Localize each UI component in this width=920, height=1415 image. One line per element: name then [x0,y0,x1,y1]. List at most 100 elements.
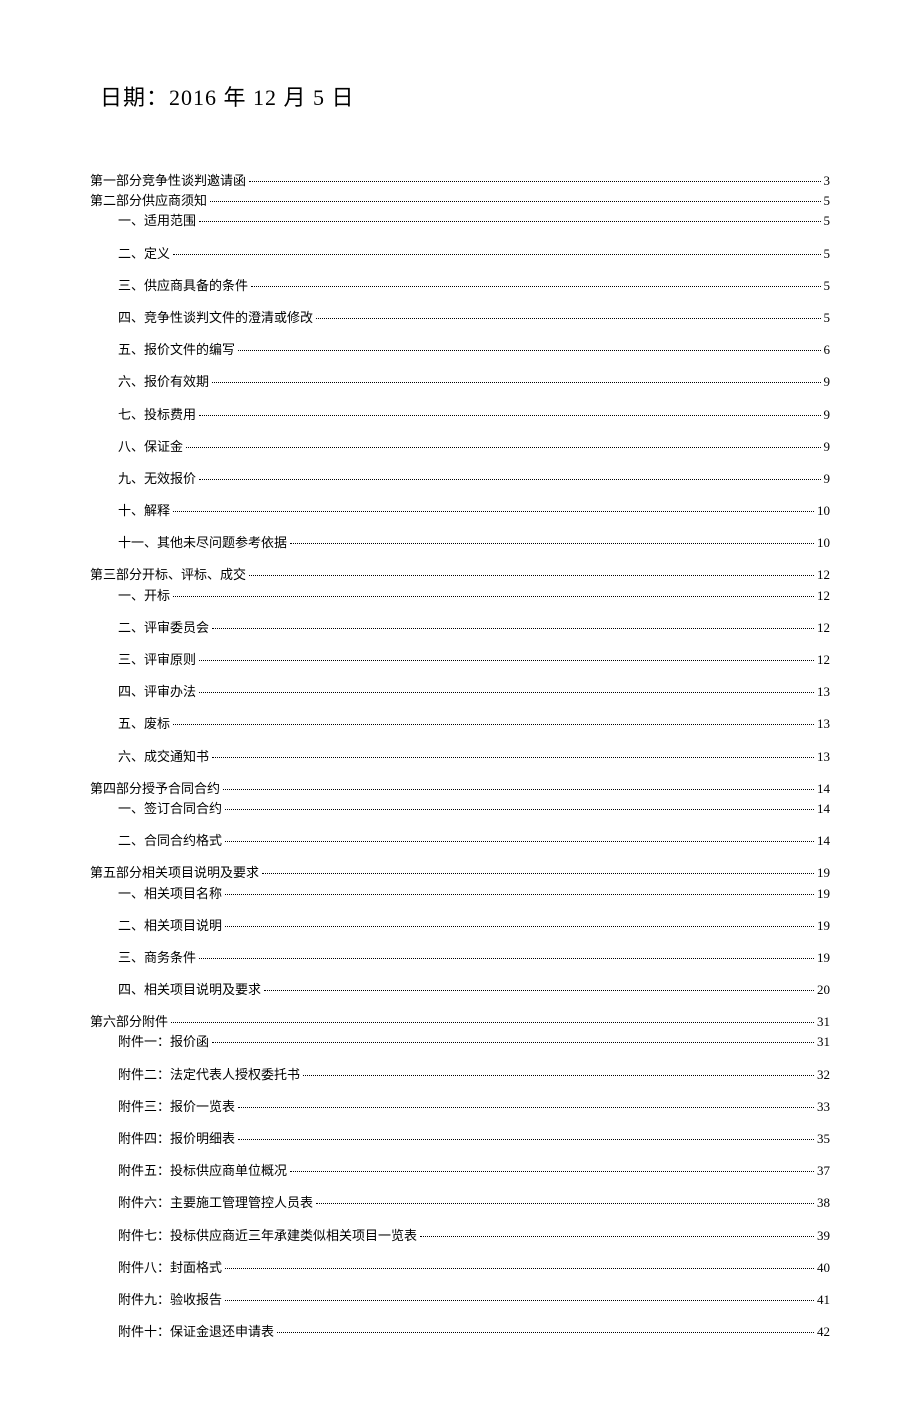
toc-entry-label: 二、定义 [118,245,170,263]
toc-entry-page: 10 [817,502,830,520]
toc-entry-page: 5 [824,192,831,210]
toc-entry-label: 第三部分开标、评标、成交 [90,566,246,584]
toc-entry-label: 十一、其他未尽问题参考依据 [118,534,287,552]
toc-entry-label: 附件二：法定代表人授权委托书 [118,1066,300,1084]
toc-leader-dots [277,1332,814,1333]
toc-entry-label: 附件五：投标供应商单位概况 [118,1162,287,1180]
page-title: 日期：2016 年 12 月 5 日 [100,80,830,112]
toc-entry-label: 三、商务条件 [118,949,196,967]
toc-leader-dots [212,1042,814,1043]
toc-entry: 第六部分附件31 [90,1013,830,1031]
toc-entry-page: 13 [817,683,830,701]
toc-entry-page: 12 [817,587,830,605]
toc-leader-dots [290,1171,814,1172]
toc-entry-page: 5 [824,212,831,230]
toc-entry: 附件七：投标供应商近三年承建类似相关项目一览表39 [118,1227,830,1245]
toc-entry-label: 第六部分附件 [90,1013,168,1031]
toc-entry-page: 19 [817,917,830,935]
toc-leader-dots [264,990,814,991]
toc-entry: 七、投标费用9 [118,406,830,424]
toc-entry-label: 四、评审办法 [118,683,196,701]
toc-entry-page: 19 [817,864,830,882]
toc-entry-label: 六、报价有效期 [118,373,209,391]
toc-entry: 十、解释 10 [118,502,830,520]
toc-leader-dots [262,873,814,874]
toc-leader-dots [238,1139,814,1140]
toc-entry-label: 八、保证金 [118,438,183,456]
toc-entry-page: 13 [817,715,830,733]
toc-leader-dots [225,894,814,895]
toc-entry: 第三部分开标、评标、成交 12 [90,566,830,584]
toc-entry-page: 9 [824,373,831,391]
toc-entry: 附件九：验收报告41 [118,1291,830,1309]
toc-entry-page: 14 [817,832,830,850]
toc-leader-dots [212,628,814,629]
toc-leader-dots [186,447,820,448]
toc-entry-label: 十、解释 [118,502,170,520]
toc-leader-dots [225,841,814,842]
toc-entry-page: 5 [824,277,831,295]
toc-entry: 附件四：报价明细表35 [118,1130,830,1148]
toc-entry: 一、适用范围5 [118,212,830,230]
toc-entry-page: 19 [817,885,830,903]
toc-leader-dots [212,382,820,383]
toc-entry: 三、供应商具备的条件 5 [118,277,830,295]
toc-entry: 九、无效报价9 [118,470,830,488]
toc-entry-label: 附件三：报价一览表 [118,1098,235,1116]
toc-entry: 八、保证金9 [118,438,830,456]
toc-entry-label: 六、成交通知书 [118,748,209,766]
toc-leader-dots [223,789,814,790]
toc-entry-page: 32 [817,1066,830,1084]
toc-entry-page: 12 [817,566,830,584]
toc-leader-dots [225,1268,814,1269]
toc-entry-label: 九、无效报价 [118,470,196,488]
toc-entry-page: 42 [817,1323,830,1341]
toc-entry-page: 41 [817,1291,830,1309]
toc-entry-label: 附件十：保证金退还申请表 [118,1323,274,1341]
toc-leader-dots [212,757,814,758]
toc-entry-page: 14 [817,780,830,798]
toc-entry-label: 一、相关项目名称 [118,885,222,903]
toc-container: 第一部分竞争性谈判邀请函3第二部分供应商须知5一、适用范围5二、定义5三、供应商… [90,172,830,1341]
toc-leader-dots [303,1075,814,1076]
toc-entry-label: 四、相关项目说明及要求 [118,981,261,999]
toc-entry-page: 12 [817,619,830,637]
toc-entry: 附件十：保证金退还申请表 42 [118,1323,830,1341]
toc-leader-dots [199,692,814,693]
toc-entry-page: 9 [824,406,831,424]
toc-entry: 三、评审原则12 [118,651,830,669]
toc-entry-label: 五、废标 [118,715,170,733]
toc-entry: 五、报价文件的编写6 [118,341,830,359]
toc-entry-page: 37 [817,1162,830,1180]
toc-entry: 附件八：封面格式40 [118,1259,830,1277]
toc-entry: 第四部分授予合同合约 14 [90,780,830,798]
toc-entry-page: 35 [817,1130,830,1148]
toc-leader-dots [171,1022,814,1023]
toc-entry: 二、相关项目说明19 [118,917,830,935]
toc-leader-dots [238,1107,814,1108]
toc-entry-label: 附件一：报价函 [118,1033,209,1051]
toc-leader-dots [173,596,814,597]
toc-entry-label: 三、供应商具备的条件 [118,277,248,295]
toc-leader-dots [316,318,820,319]
toc-entry-page: 5 [824,245,831,263]
toc-entry-label: 二、评审委员会 [118,619,209,637]
toc-entry-page: 33 [817,1098,830,1116]
toc-leader-dots [210,201,820,202]
toc-entry-page: 14 [817,800,830,818]
toc-entry-label: 五、报价文件的编写 [118,341,235,359]
toc-entry-label: 附件六：主要施工管理管控人员表 [118,1194,313,1212]
toc-leader-dots [173,254,820,255]
toc-leader-dots [290,543,814,544]
toc-entry: 三、商务条件19 [118,949,830,967]
toc-leader-dots [420,1236,814,1237]
toc-entry: 二、评审委员会 12 [118,619,830,637]
toc-leader-dots [199,479,820,480]
toc-entry-page: 3 [824,172,831,190]
toc-entry-label: 附件八：封面格式 [118,1259,222,1277]
toc-entry: 十一、其他未尽问题参考依据10 [118,534,830,552]
toc-entry: 五、废标 13 [118,715,830,733]
toc-entry-label: 第四部分授予合同合约 [90,780,220,798]
toc-leader-dots [251,286,820,287]
toc-leader-dots [199,415,820,416]
